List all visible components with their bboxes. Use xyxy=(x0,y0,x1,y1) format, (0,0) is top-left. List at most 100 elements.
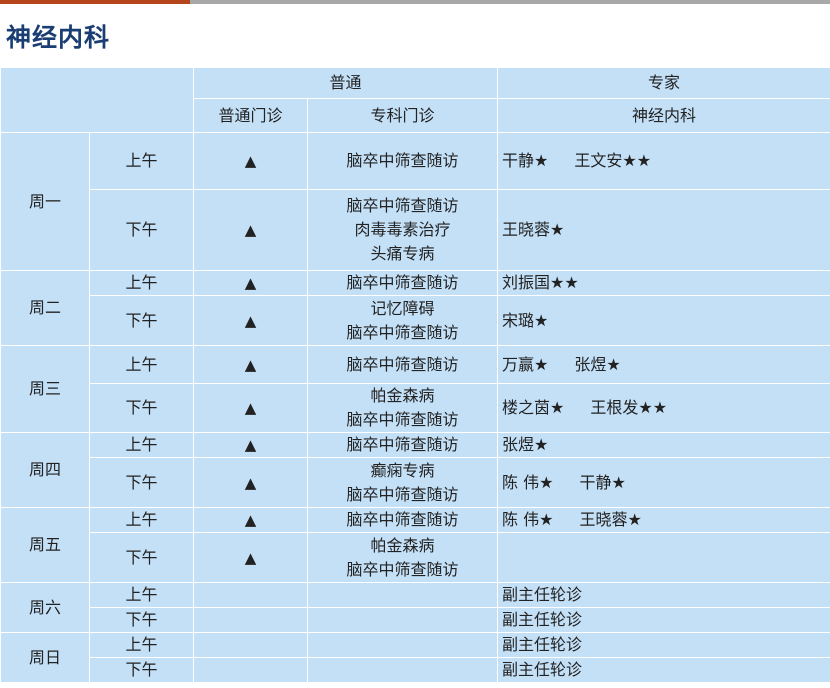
specialty-clinic-cell: 癫痫专病脑卒中筛查随访 xyxy=(306,457,499,508)
specialty-clinic-cell: 帕金森病 脑卒中筛查随访 xyxy=(306,383,499,433)
expert-cell: 宋璐★ xyxy=(497,295,830,346)
specialty-item: 脑卒中筛查随访 xyxy=(346,484,459,504)
table-row: 周一 上午 ▲ 脑卒中筛查随访 干静★ 王文安★★ xyxy=(0,132,830,271)
general-clinic-cell: ▲ xyxy=(193,507,308,533)
expert-name: 刘振国★★ xyxy=(502,273,579,292)
general-clinic-cell xyxy=(193,582,308,608)
specialty-item: 脑卒中筛查随访 xyxy=(346,510,459,529)
expert-name: 干静★ xyxy=(502,151,549,170)
specialty-clinic-cell: 脑卒中筛查随访 xyxy=(306,270,499,296)
general-clinic-cell: ▲ xyxy=(193,383,308,433)
expert-cell: 副主任轮诊 xyxy=(497,607,830,633)
header-col-general: 普通门诊 xyxy=(193,98,308,133)
top-accent-bar-highlight xyxy=(0,0,190,4)
table-row: 周六 上午 副主任轮诊 xyxy=(0,582,830,633)
general-clinic-cell: ▲ xyxy=(193,295,308,346)
day-cell: 周五 xyxy=(0,507,90,583)
table-row: 周三 上午 ▲ 脑卒中筛查随访 万赢★ 张煜★ xyxy=(0,345,830,433)
table-row: 下午 ▲ 癫痫专病 脑卒中筛查随访陈 伟★ 干静★ xyxy=(1,457,830,508)
specialty-item: 脑卒中筛查随访 xyxy=(346,435,459,454)
table-row: 下午 副主任轮诊 xyxy=(1,657,830,683)
expert-name: 副主任轮诊 xyxy=(502,660,583,679)
period-cell: 上午 xyxy=(89,270,194,296)
specialty-item: 脑卒中筛查随访 xyxy=(346,196,459,215)
top-accent-bar xyxy=(0,0,830,4)
expert-name: 宋璐★ xyxy=(502,310,549,330)
expert-name: 王晓蓉★ xyxy=(502,220,565,239)
specialty-item: 头痛专病 xyxy=(370,244,435,263)
page-title: 神经内科 xyxy=(6,23,111,52)
period-cell: 上午 xyxy=(89,345,194,384)
specialty-item: 脑卒中筛查随访 xyxy=(346,322,459,342)
expert-cell: 王晓蓉★ xyxy=(497,189,830,271)
header-row-groups: 普通 专家 xyxy=(0,67,830,133)
period-cell: 下午 xyxy=(89,189,194,271)
expert-cell: 张煜★ xyxy=(497,432,830,458)
expert-name: 张煜★ xyxy=(574,354,621,374)
day-cell: 周一 xyxy=(0,132,90,271)
specialty-clinic-cell: 记忆障碍脑卒中筛查随访 xyxy=(306,295,499,346)
specialty-item: 记忆障碍 xyxy=(370,298,435,318)
expert-cell: 陈 伟★ 王晓蓉★ xyxy=(497,507,830,533)
general-clinic-cell: ▲ xyxy=(193,432,308,458)
schedule-table: 普通 专家 普通门诊 专科门诊 神经内科 周一 上午 ▲ 脑卒中筛查随访 干静★ 王文安★… xyxy=(0,67,830,683)
expert-cell xyxy=(497,532,830,583)
period-cell: 上午 xyxy=(89,507,194,533)
period-cell: 下午 xyxy=(89,295,194,346)
general-clinic-cell xyxy=(193,607,308,633)
specialty-item: 癫痫专病 xyxy=(370,460,435,480)
header-col-expert-dept: 神经内科 xyxy=(497,98,830,133)
table-row: 周四 上午 ▲ 脑卒中筛查随访 张煜★ xyxy=(0,432,830,508)
general-clinic-cell: ▲ xyxy=(193,345,308,384)
expert-cell: 万赢★ 张煜★ xyxy=(497,345,830,384)
top-accent-bar-rest xyxy=(190,0,830,4)
specialty-clinic-cell: 脑卒中筛查随访 xyxy=(306,432,499,458)
day-cell: 周六 xyxy=(0,582,90,633)
general-clinic-cell xyxy=(193,657,308,683)
expert-name: 副主任轮诊 xyxy=(502,635,583,654)
specialty-item: 帕金森病 xyxy=(370,386,435,405)
specialty-clinic-cell: 脑卒中筛查随访 xyxy=(306,345,499,384)
specialty-item: 肉毒毒素治疗 xyxy=(354,220,451,239)
expert-name: 王文安★★ xyxy=(574,151,652,170)
general-clinic-cell xyxy=(193,632,308,658)
expert-cell: 刘振国★★ xyxy=(497,270,830,296)
period-cell: 上午 xyxy=(89,132,194,190)
table-row: 下午 副主任轮诊 xyxy=(1,607,830,633)
expert-name: 陈 伟★ xyxy=(502,510,554,529)
expert-cell: 干静★ 王文安★★ xyxy=(497,132,830,190)
general-clinic-cell: ▲ xyxy=(193,189,308,271)
expert-name: 楼之茵★ xyxy=(502,398,565,417)
header-group-normal: 普通 xyxy=(192,67,499,99)
specialty-clinic-cell: 帕金森病 脑卒中筛查随访 xyxy=(306,532,499,583)
period-cell: 下午 xyxy=(89,532,194,583)
header-col-specialty: 专科门诊 xyxy=(306,98,499,133)
specialty-item: 脑卒中筛查随访 xyxy=(346,559,459,579)
general-clinic-cell: ▲ xyxy=(193,457,308,508)
period-cell: 上午 xyxy=(89,432,194,458)
day-cell: 周三 xyxy=(0,345,90,433)
table-row: 下午 ▲ 帕金森病 脑卒中筛查随访 xyxy=(1,532,830,583)
expert-name: 副主任轮诊 xyxy=(502,610,583,629)
expert-name: 万赢★ xyxy=(502,354,549,374)
specialty-clinic-cell xyxy=(306,582,499,608)
period-cell: 下午 xyxy=(89,383,194,433)
expert-name: 王根发★★ xyxy=(590,398,668,417)
period-cell: 上午 xyxy=(89,582,194,608)
schedule-body: 周一 上午 ▲ 脑卒中筛查随访 干静★ 王文安★★ 下午 ▲ 脑卒中筛查随访 肉毒毒素治疗 头痛专病… xyxy=(0,132,830,683)
table-row: 下午 ▲ 记忆障碍 脑卒中筛查随访 宋璐★ xyxy=(1,295,830,346)
specialty-clinic-cell xyxy=(306,607,499,633)
general-clinic-cell: ▲ xyxy=(193,532,308,583)
period-cell: 上午 xyxy=(89,632,194,658)
specialty-clinic-cell: 脑卒中筛查随访 xyxy=(306,132,499,190)
table-row: 下午 ▲ 帕金森病 脑卒中筛查随访 楼之茵★ 王根发★★ xyxy=(1,383,830,433)
specialty-item: 脑卒中筛查随访 xyxy=(346,354,459,374)
table-row: 周二 上午 ▲ 脑卒中筛查随访 刘振国★★ xyxy=(0,270,830,346)
header-group-expert: 专家 xyxy=(497,67,830,99)
expert-cell: 副主任轮诊 xyxy=(497,632,830,658)
expert-cell: 陈 伟★ 干静★ xyxy=(497,457,830,508)
expert-cell: 副主任轮诊 xyxy=(497,582,830,608)
table-row: 下午 ▲ 脑卒中筛查随访 肉毒毒素治疗 头痛专病 王晓蓉★ xyxy=(1,189,830,271)
table-row: 周五 上午 ▲ 脑卒中筛查随访 陈 伟★ 王晓蓉★ xyxy=(0,507,830,583)
general-clinic-cell: ▲ xyxy=(193,132,308,190)
